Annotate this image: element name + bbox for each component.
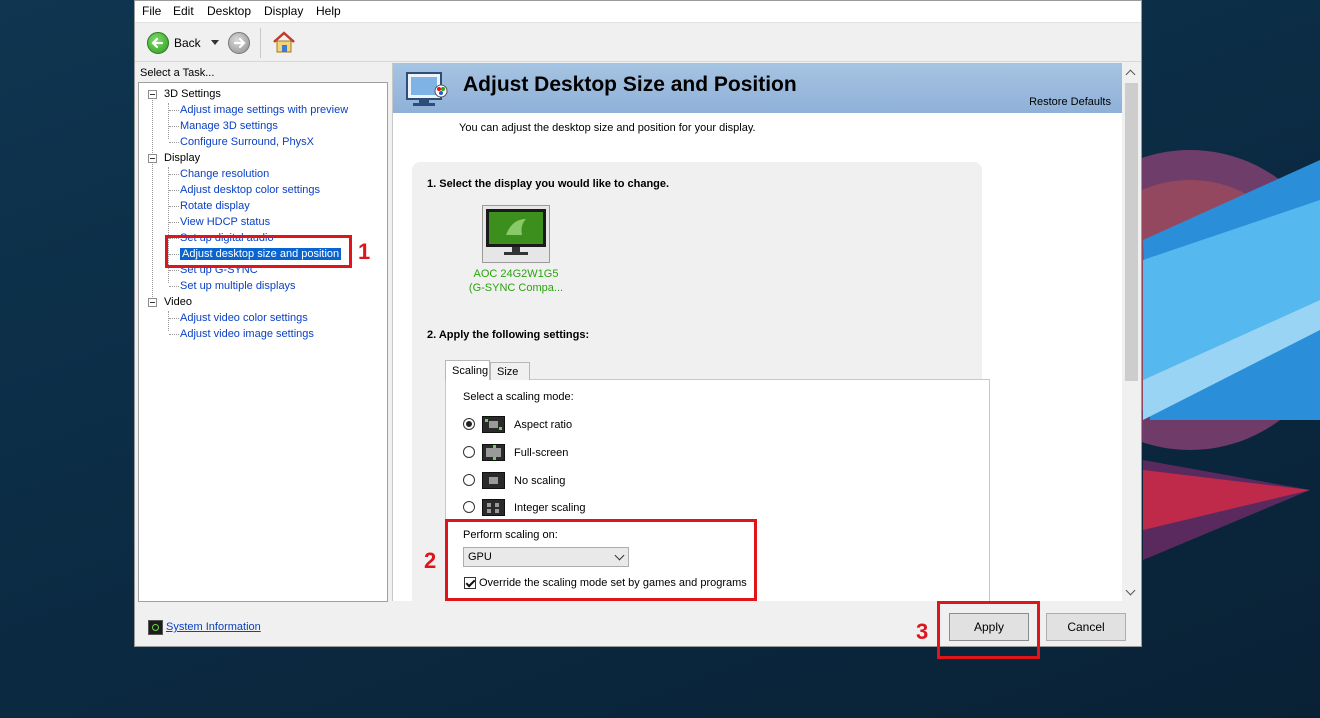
tree-item-change-resolution[interactable]: Change resolution <box>180 168 269 180</box>
collapse-3d-settings-icon[interactable] <box>148 90 157 99</box>
tab-scaling[interactable]: Scaling <box>445 360 490 380</box>
scroll-thumb[interactable] <box>1125 83 1138 381</box>
back-dropdown-icon[interactable] <box>211 40 219 45</box>
annotation-box-1 <box>165 235 352 268</box>
tree-group-video[interactable]: Video <box>164 296 192 308</box>
tree-group-display[interactable]: Display <box>164 152 200 164</box>
tree-item-rotate-display[interactable]: Rotate display <box>180 200 250 212</box>
annotation-number-1: 1 <box>358 239 371 264</box>
scroll-up-icon[interactable] <box>1125 69 1136 80</box>
menu-help[interactable]: Help <box>316 4 341 18</box>
monitor-icon[interactable] <box>482 205 550 263</box>
menu-desktop[interactable]: Desktop <box>207 4 251 18</box>
page-header: Adjust Desktop Size and Position Restore… <box>393 63 1123 113</box>
label-aspect-ratio[interactable]: Aspect ratio <box>514 419 572 431</box>
scroll-down-icon[interactable] <box>1125 585 1136 596</box>
select-task-label: Select a Task... <box>140 67 215 79</box>
tree-item-multiple-displays[interactable]: Set up multiple displays <box>180 280 296 292</box>
system-information-link[interactable]: System Information <box>166 621 261 633</box>
radio-no-scaling[interactable] <box>463 474 475 486</box>
annotation-number-3: 3 <box>916 619 929 644</box>
collapse-video-icon[interactable] <box>148 298 157 307</box>
cancel-button[interactable]: Cancel <box>1046 613 1126 641</box>
page-title: Adjust Desktop Size and Position <box>463 73 797 96</box>
tree-item-adjust-image-settings[interactable]: Adjust image settings with preview <box>180 104 348 116</box>
step2-heading: 2. Apply the following settings: <box>427 329 590 341</box>
toolbar-separator <box>260 28 261 58</box>
menu-edit[interactable]: Edit <box>173 4 194 18</box>
task-pane-tree: 3D Settings Adjust image settings with p… <box>138 82 388 602</box>
tree-item-video-color[interactable]: Adjust video color settings <box>180 312 308 324</box>
label-full-screen[interactable]: Full-screen <box>514 447 568 459</box>
label-no-scaling[interactable]: No scaling <box>514 475 565 487</box>
page-description: You can adjust the desktop size and posi… <box>459 122 756 134</box>
scaling-mode-label: Select a scaling mode: <box>463 391 574 403</box>
annotation-box-3 <box>937 601 1040 659</box>
nvidia-logo-icon <box>148 620 163 635</box>
display-settings-icon <box>406 72 448 106</box>
toolbar: Back <box>135 23 1141 62</box>
back-arrow-icon[interactable] <box>147 32 169 54</box>
restore-defaults-link[interactable]: Restore Defaults <box>1029 96 1111 108</box>
back-button[interactable]: Back <box>174 36 201 50</box>
tree-item-view-hdcp[interactable]: View HDCP status <box>180 216 270 228</box>
annotation-number-2: 2 <box>424 548 437 573</box>
content-scrollbar[interactable] <box>1122 63 1141 601</box>
menu-file[interactable]: File <box>142 4 161 18</box>
home-icon[interactable] <box>271 29 297 55</box>
radio-aspect-ratio[interactable] <box>463 418 475 430</box>
integer-scaling-icon <box>482 499 505 516</box>
no-scaling-icon <box>482 472 505 489</box>
annotation-box-2 <box>445 519 757 601</box>
tab-size[interactable]: Size <box>490 362 530 380</box>
radio-integer-scaling[interactable] <box>463 501 475 513</box>
aspect-ratio-icon <box>482 416 505 433</box>
collapse-display-icon[interactable] <box>148 154 157 163</box>
forward-arrow-icon[interactable] <box>228 32 250 54</box>
radio-full-screen[interactable] <box>463 446 475 458</box>
tree-item-video-image[interactable]: Adjust video image settings <box>180 328 314 340</box>
tree-item-desktop-color[interactable]: Adjust desktop color settings <box>180 184 320 196</box>
monitor-name[interactable]: AOC 24G2W1G5 <box>463 268 569 280</box>
step1-heading: 1. Select the display you would like to … <box>427 178 670 190</box>
menu-bar: File Edit Desktop Display Help <box>135 1 1141 23</box>
menu-display[interactable]: Display <box>264 4 303 18</box>
tree-group-3d-settings[interactable]: 3D Settings <box>164 88 221 100</box>
monitor-subtitle[interactable]: (G-SYNC Compa... <box>463 282 569 294</box>
full-screen-icon <box>482 444 505 461</box>
label-integer-scaling[interactable]: Integer scaling <box>514 502 586 514</box>
tree-item-manage-3d-settings[interactable]: Manage 3D settings <box>180 120 278 132</box>
tree-item-configure-surround[interactable]: Configure Surround, PhysX <box>180 136 314 148</box>
